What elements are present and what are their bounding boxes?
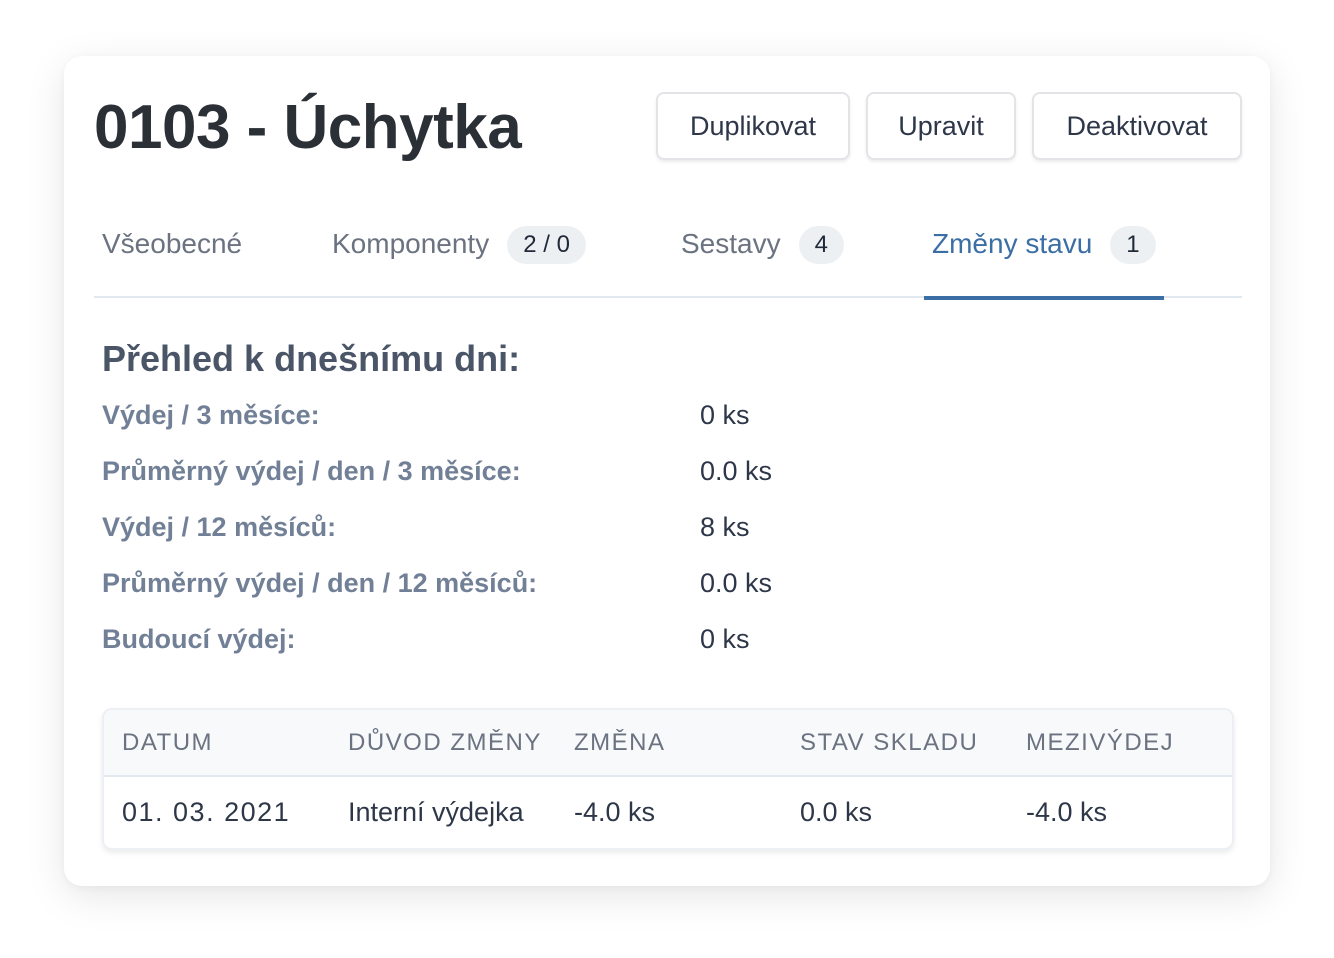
product-detail-card: 0103 - Úchytka Duplikovat Upravit Deakti… [64,56,1270,886]
table-row[interactable]: 01. 03. 2021 Interní výdejka -4.0 ks 0.0… [104,776,1232,848]
stat-row: Výdej / 12 měsíců: 8 ks [102,512,1202,552]
edit-button[interactable]: Upravit [866,92,1016,160]
tab-components[interactable]: Komponenty 2 / 0 [332,216,586,298]
column-header-intermediate[interactable]: MEZIVÝDEJ [1008,710,1232,776]
table-header-row: DATUM DŮVOD ZMĚNY ZMĚNA STAV SKLADU MEZI… [104,710,1232,776]
stat-label: Výdej / 12 měsíců: [102,512,337,542]
deactivate-button[interactable]: Deaktivovat [1032,92,1242,160]
cell-stock: 0.0 ks [800,797,873,827]
stock-changes-table: DATUM DŮVOD ZMĚNY ZMĚNA STAV SKLADU MEZI… [102,708,1234,850]
stat-label: Průměrný výdej / den / 3 měsíce: [102,456,521,486]
stat-value: 0 ks [700,400,750,430]
stat-value: 8 ks [700,512,750,542]
cell-date: 01. 03. 2021 [122,797,291,827]
cell-reason: Interní výdejka [348,797,524,827]
stat-row: Průměrný výdej / den / 3 měsíce: 0.0 ks [102,456,1202,496]
overview-heading: Přehled k dnešnímu dni: [102,338,521,379]
tab-count-badge: 1 [1110,226,1156,264]
tab-label: Změny stavu [932,228,1093,259]
stat-label: Průměrný výdej / den / 12 měsíců: [102,568,538,598]
stat-label: Výdej / 3 měsíce: [102,400,320,430]
cell-change: -4.0 ks [574,797,656,827]
tab-count-badge: 4 [798,226,844,264]
column-header-stock[interactable]: STAV SKLADU [782,710,1008,776]
tab-label: Komponenty [332,228,490,259]
stat-value: 0 ks [700,624,750,654]
column-header-date[interactable]: DATUM [104,710,330,776]
tab-count-badge: 2 / 0 [507,226,586,264]
tab-label: Sestavy [681,228,781,259]
cell-intermediate: -4.0 ks [1026,797,1108,827]
stat-label: Budoucí výdej: [102,624,296,654]
duplicate-button[interactable]: Duplikovat [656,92,850,160]
stat-row: Budoucí výdej: 0 ks [102,624,1202,664]
tab-general[interactable]: Všeobecné [102,216,242,298]
column-header-change[interactable]: ZMĚNA [556,710,782,776]
page-title: 0103 - Úchytka [94,93,522,162]
stat-row: Výdej / 3 měsíce: 0 ks [102,400,1202,440]
tab-bar: Všeobecné Komponenty 2 / 0 Sestavy 4 Změ… [94,216,1242,300]
tab-assemblies[interactable]: Sestavy 4 [681,216,844,298]
tab-stock-changes[interactable]: Změny stavu 1 [924,216,1164,300]
stat-value: 0.0 ks [700,568,773,598]
column-header-reason[interactable]: DŮVOD ZMĚNY [330,710,556,776]
stat-value: 0.0 ks [700,456,773,486]
tab-label: Všeobecné [102,228,243,259]
stat-row: Průměrný výdej / den / 12 měsíců: 0.0 ks [102,568,1202,608]
